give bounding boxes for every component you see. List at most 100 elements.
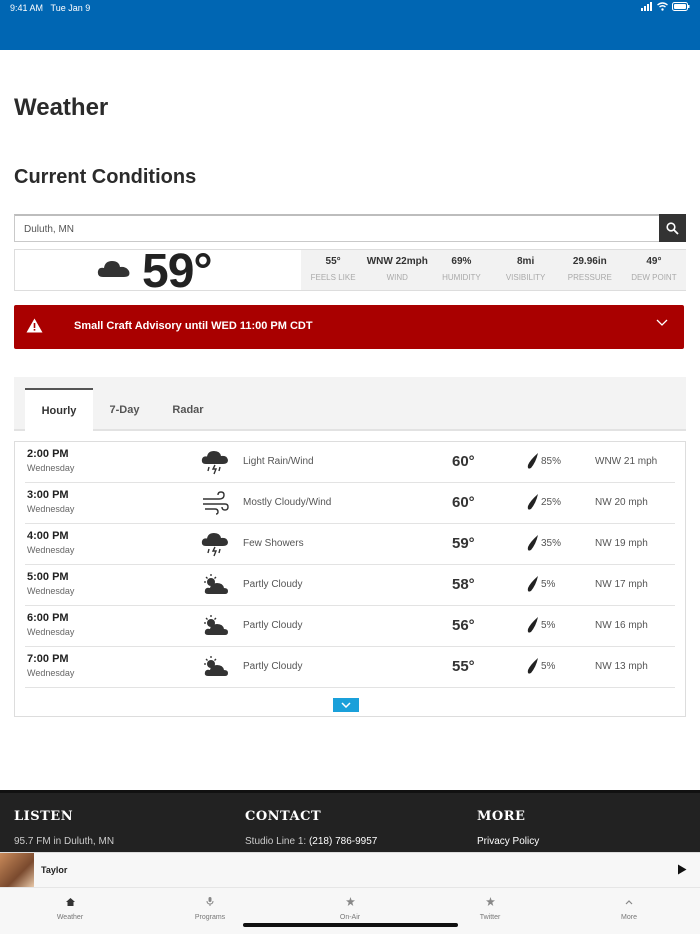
warning-icon <box>26 318 43 333</box>
hourly-row: 2:00 PM Wednesday Light Rain/Wind 60° 85… <box>25 442 675 483</box>
tab-7-day[interactable]: 7-Day <box>93 388 156 431</box>
raindrop-icon <box>527 617 538 633</box>
row-precip: 5% <box>541 620 556 631</box>
nav-twitter[interactable]: Twitter <box>450 893 530 921</box>
section-title: Current Conditions <box>14 166 197 188</box>
row-day: Wednesday <box>27 627 75 637</box>
stat-label: DEW POINT <box>631 273 677 282</box>
current-conditions: 59° 55° FEELS LIKE WNW 22mph WIND 69% HUMID… <box>14 245 686 298</box>
home-indicator <box>243 923 458 927</box>
star-icon <box>485 897 495 906</box>
hourly-forecast: 2:00 PM Wednesday Light Rain/Wind 60° 85… <box>14 441 686 717</box>
partly-cloudy-icon <box>204 615 228 635</box>
stat-value: 49° <box>646 256 662 267</box>
mini-player[interactable]: Taylor <box>0 852 700 887</box>
forecast-tabs: Hourly 7-Day Radar <box>14 377 686 431</box>
row-precip: 5% <box>541 579 556 590</box>
play-icon[interactable] <box>677 864 687 875</box>
location-search <box>14 214 686 242</box>
row-temperature: 60° <box>452 453 475 470</box>
hourly-row: 5:00 PM Wednesday Partly Cloudy 58° 5% N… <box>25 565 675 606</box>
status-time: 9:41 AM Tue Jan 9 <box>10 3 91 13</box>
current-stats: 55° FEELS LIKE WNW 22mph WIND 69% HUMIDITY … <box>301 250 686 290</box>
hourly-row: 3:00 PM Wednesday Mostly Cloudy/Wind 60°… <box>25 483 675 524</box>
footer-more: MORE Privacy Policy <box>477 809 539 847</box>
partly-cloudy-icon <box>204 656 228 676</box>
row-temperature: 59° <box>452 535 475 552</box>
search-button[interactable] <box>659 214 686 242</box>
row-day: Wednesday <box>27 668 75 678</box>
host-avatar <box>0 853 34 887</box>
stat-label: PRESSURE <box>567 273 612 282</box>
row-time: 3:00 PM <box>27 489 69 501</box>
stat-wind: WNW 22mph WIND <box>365 250 429 290</box>
stat-value: 55° <box>325 256 341 267</box>
row-time: 7:00 PM <box>27 653 69 665</box>
status-icons <box>641 2 690 11</box>
location-search-input[interactable] <box>15 216 659 242</box>
stat-label: VISIBILITY <box>505 273 546 282</box>
tab-radar[interactable]: Radar <box>156 388 220 431</box>
raindrop-icon <box>527 576 538 592</box>
row-temperature: 56° <box>452 617 475 634</box>
page-title: Weather <box>14 94 109 121</box>
row-description: Partly Cloudy <box>243 620 303 631</box>
row-wind: NW 19 mph <box>595 538 648 549</box>
stat-value: 69% <box>451 256 472 267</box>
row-description: Partly Cloudy <box>243 579 303 590</box>
stat-visibility: 8mi VISIBILITY <box>494 250 558 290</box>
stat-pressure: 29.96in PRESSURE <box>558 250 622 290</box>
stat-label: FEELS LIKE <box>310 273 356 282</box>
footer-contact: CONTACT Studio Line 1: (218) 786-9957 <box>245 809 377 847</box>
row-day: Wednesday <box>27 586 75 596</box>
privacy-policy-link[interactable]: Privacy Policy <box>477 836 539 847</box>
weather-alert[interactable]: Small Craft Advisory until WED 11:00 PM … <box>14 305 684 349</box>
row-time: 5:00 PM <box>27 571 69 583</box>
partly-cloudy-icon <box>204 574 228 594</box>
chevron-down-icon[interactable] <box>656 319 668 327</box>
stat-value: 29.96in <box>572 256 607 267</box>
star-icon <box>345 897 355 906</box>
stat-feels-like: 55° FEELS LIKE <box>301 250 365 290</box>
show-more-button[interactable] <box>333 698 359 712</box>
hourly-row: 6:00 PM Wednesday Partly Cloudy 56° 5% N… <box>25 606 675 647</box>
hourly-row: 7:00 PM Wednesday Partly Cloudy 55° 5% N… <box>25 647 675 688</box>
stat-label: WIND <box>386 273 408 282</box>
contact-label: Studio Line 1: <box>245 836 307 847</box>
row-time: 2:00 PM <box>27 448 69 460</box>
nav-on-air[interactable]: On-Air <box>310 893 390 921</box>
row-temperature: 60° <box>452 494 475 511</box>
row-description: Few Showers <box>243 538 304 549</box>
tab-hourly[interactable]: Hourly <box>25 388 93 431</box>
nav-label: On-Air <box>339 914 361 921</box>
signal-icon <box>641 2 652 11</box>
row-time: 4:00 PM <box>27 530 69 542</box>
player-title: Taylor <box>41 865 68 875</box>
contact-phone-link[interactable]: (218) 786-9957 <box>309 836 377 847</box>
row-temperature: 58° <box>452 576 475 593</box>
row-wind: NW 16 mph <box>595 620 648 631</box>
footer-heading: CONTACT <box>245 809 322 824</box>
row-wind: NW 20 mph <box>595 497 648 508</box>
nav-more[interactable]: More <box>589 893 669 921</box>
row-description: Mostly Cloudy/Wind <box>243 497 332 508</box>
rain-icon <box>201 533 228 557</box>
row-precip: 35% <box>541 538 562 549</box>
raindrop-icon <box>527 453 538 469</box>
stat-value: WNW 22mph <box>366 256 428 267</box>
current-main: 59° <box>15 245 301 298</box>
weather-screen: 9:41 AM Tue Jan 9 Weather Current Condit… <box>0 0 700 934</box>
search-icon <box>666 221 679 235</box>
wifi-icon <box>657 2 668 11</box>
raindrop-icon <box>527 535 538 551</box>
row-description: Partly Cloudy <box>243 661 303 672</box>
chevron-up-icon <box>625 900 633 905</box>
row-precip: 25% <box>541 497 562 508</box>
nav-programs[interactable]: Programs <box>170 893 250 921</box>
nav-label: Programs <box>194 914 226 921</box>
row-precip: 85% <box>541 456 562 467</box>
nav-weather[interactable]: Weather <box>30 893 110 921</box>
stat-humidity: 69% HUMIDITY <box>429 250 493 290</box>
row-wind: NW 17 mph <box>595 579 648 590</box>
stat-label: HUMIDITY <box>442 273 481 282</box>
